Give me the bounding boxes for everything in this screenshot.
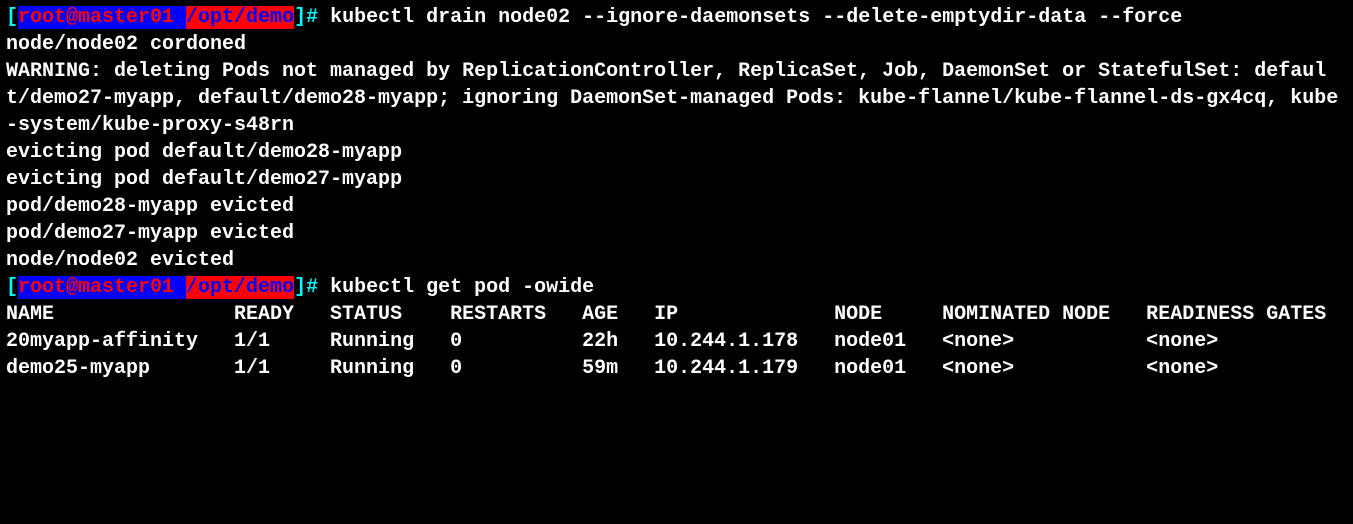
- command-2: kubectl get pod -owide: [330, 276, 594, 299]
- output-line: evicting pod default/demo27-myapp: [6, 168, 402, 191]
- prompt-bracket-open: [: [6, 6, 18, 29]
- space: [318, 6, 330, 29]
- prompt-path: /opt/demo: [186, 276, 294, 299]
- table-row: demo25-myapp 1/1 Running 0 59m 10.244.1.…: [6, 357, 1218, 380]
- output-line: evicting pod default/demo28-myapp: [6, 141, 402, 164]
- prompt-path: /opt/demo: [186, 6, 294, 29]
- prompt-hash: #: [306, 276, 318, 299]
- output-line: pod/demo28-myapp evicted: [6, 195, 294, 218]
- prompt-hash: #: [306, 6, 318, 29]
- table-header: NAME READY STATUS RESTARTS AGE IP NODE N…: [6, 303, 1326, 326]
- output-line: pod/demo27-myapp evicted: [6, 222, 294, 245]
- table-row: 20myapp-affinity 1/1 Running 0 22h 10.24…: [6, 330, 1218, 353]
- prompt-user: root@master01: [18, 6, 186, 29]
- output-line: node/node02 evicted: [6, 249, 234, 272]
- prompt-bracket-open: [: [6, 276, 18, 299]
- terminal-screen[interactable]: [root@master01 /opt/demo]# kubectl drain…: [0, 0, 1353, 386]
- prompt-line-2: [root@master01 /opt/demo]# kubectl get p…: [6, 276, 594, 299]
- output-line: WARNING: deleting Pods not managed by Re…: [6, 60, 1338, 137]
- prompt-bracket-close: ]: [294, 6, 306, 29]
- space: [318, 276, 330, 299]
- prompt-user: root@master01: [18, 276, 186, 299]
- prompt-line-1: [root@master01 /opt/demo]# kubectl drain…: [6, 6, 1182, 29]
- output-line: node/node02 cordoned: [6, 33, 246, 56]
- command-1: kubectl drain node02 --ignore-daemonsets…: [330, 6, 1182, 29]
- prompt-bracket-close: ]: [294, 276, 306, 299]
